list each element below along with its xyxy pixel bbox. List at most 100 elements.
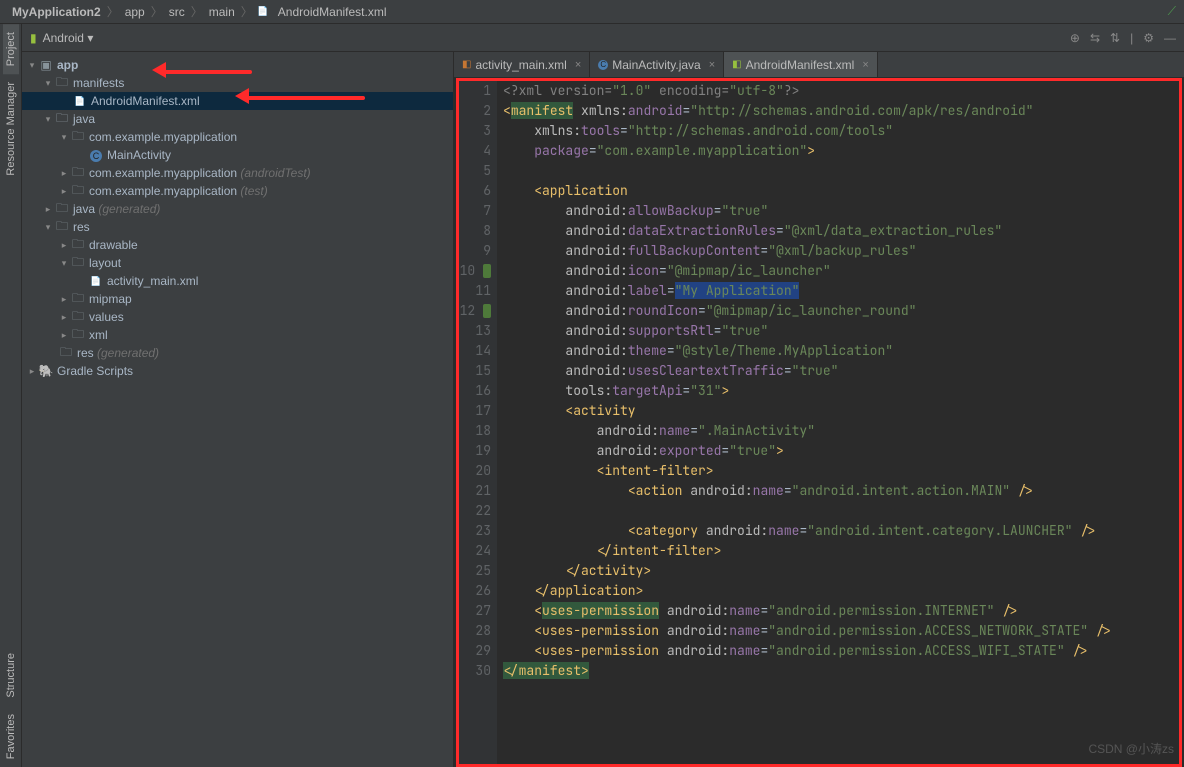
line-number[interactable]: 12	[459, 301, 491, 321]
close-icon[interactable]: ×	[862, 59, 868, 71]
editor-tab[interactable]: CMainActivity.java×	[590, 52, 724, 77]
side-tab-structure[interactable]: Structure	[3, 645, 19, 706]
code-line[interactable]: android:roundIcon="@mipmap/ic_launcher_r…	[503, 301, 1179, 321]
code-line[interactable]: android:supportsRtl="true"	[503, 321, 1179, 341]
code-line[interactable]: android:name=".MainActivity"	[503, 421, 1179, 441]
code-line[interactable]: </manifest>	[503, 661, 1179, 681]
code-line[interactable]: android:exported="true">	[503, 441, 1179, 461]
line-number[interactable]: 30	[459, 661, 491, 681]
tree-node-manifest-file[interactable]: 📄AndroidManifest.xml	[22, 92, 453, 110]
line-number[interactable]: 1	[459, 81, 491, 101]
code-line[interactable]: </intent-filter>	[503, 541, 1179, 561]
tree-node-res-generated[interactable]: 🗀res (generated)	[22, 344, 453, 362]
line-number[interactable]: 26	[459, 581, 491, 601]
tree-node-package-test[interactable]: ▸🗀com.example.myapplication (test)	[22, 182, 453, 200]
crumb-file[interactable]: AndroidManifest.xml	[274, 5, 391, 19]
line-number[interactable]: 5	[459, 161, 491, 181]
tree-node-manifests[interactable]: ▾🗀manifests	[22, 74, 453, 92]
build-indicator-icon[interactable]: ⟋	[1168, 4, 1176, 19]
crumb-src[interactable]: src	[165, 5, 189, 19]
tree-node-xml[interactable]: ▸🗀xml	[22, 326, 453, 344]
line-number[interactable]: 8	[459, 221, 491, 241]
code-line[interactable]: <manifest xmlns:android="http://schemas.…	[503, 101, 1179, 121]
code-line[interactable]: android:icon="@mipmap/ic_launcher"	[503, 261, 1179, 281]
line-number[interactable]: 19	[459, 441, 491, 461]
code-area[interactable]: <?xml version="1.0" encoding="utf-8"?><m…	[497, 81, 1179, 764]
tree-node-java-generated[interactable]: ▸🗀java (generated)	[22, 200, 453, 218]
breadcrumb[interactable]: MyApplication2〉 app〉 src〉 main〉 📄 Androi…	[0, 0, 1184, 24]
line-number[interactable]: 22	[459, 501, 491, 521]
editor-tab[interactable]: ◧AndroidManifest.xml×	[724, 52, 878, 77]
line-number[interactable]: 29	[459, 641, 491, 661]
crumb-module[interactable]: app	[121, 5, 149, 19]
gutter[interactable]: 12345678910 1112 13141516171819202122232…	[459, 81, 497, 764]
code-line[interactable]: android:fullBackupContent="@xml/backup_r…	[503, 241, 1179, 261]
tree-node-gradle-scripts[interactable]: ▸🐘Gradle Scripts	[22, 362, 453, 380]
tree-node-res[interactable]: ▾🗀res	[22, 218, 453, 236]
line-number[interactable]: 24	[459, 541, 491, 561]
code-line[interactable]: tools:targetApi="31">	[503, 381, 1179, 401]
code-line[interactable]: android:theme="@style/Theme.MyApplicatio…	[503, 341, 1179, 361]
code-line[interactable]: <intent-filter>	[503, 461, 1179, 481]
tree-node-activity-main-xml[interactable]: 📄activity_main.xml	[22, 272, 453, 290]
code-line[interactable]: android:dataExtractionRules="@xml/data_e…	[503, 221, 1179, 241]
line-number[interactable]: 14	[459, 341, 491, 361]
tree-node-main-activity[interactable]: CMainActivity	[22, 146, 453, 164]
code-line[interactable]: android:label="My Application"	[503, 281, 1179, 301]
line-number[interactable]: 13	[459, 321, 491, 341]
line-number[interactable]: 11	[459, 281, 491, 301]
code-line[interactable]: <uses-permission android:name="android.p…	[503, 621, 1179, 641]
code-line[interactable]: android:allowBackup="true"	[503, 201, 1179, 221]
line-number[interactable]: 7	[459, 201, 491, 221]
code-line[interactable]: <action android:name="android.intent.act…	[503, 481, 1179, 501]
code-line[interactable]	[503, 501, 1179, 521]
tree-node-app[interactable]: ▾▣app	[22, 56, 453, 74]
code-line[interactable]: <uses-permission android:name="android.p…	[503, 601, 1179, 621]
line-number[interactable]: 25	[459, 561, 491, 581]
crumb-main[interactable]: main	[205, 5, 239, 19]
close-icon[interactable]: ×	[709, 59, 715, 71]
line-number[interactable]: 17	[459, 401, 491, 421]
tree-node-values[interactable]: ▸🗀values	[22, 308, 453, 326]
code-line[interactable]: <activity	[503, 401, 1179, 421]
line-number[interactable]: 3	[459, 121, 491, 141]
code-line[interactable]: <application	[503, 181, 1179, 201]
line-number[interactable]: 27	[459, 601, 491, 621]
line-number[interactable]: 15	[459, 361, 491, 381]
code-line[interactable]: <uses-permission android:name="android.p…	[503, 641, 1179, 661]
tree-node-package-main[interactable]: ▾🗀com.example.myapplication	[22, 128, 453, 146]
gear-icon[interactable]: ⚙	[1143, 31, 1154, 45]
line-number[interactable]: 18	[459, 421, 491, 441]
code-line[interactable]: android:usesCleartextTraffic="true"	[503, 361, 1179, 381]
line-number[interactable]: 4	[459, 141, 491, 161]
editor-tab[interactable]: ◧activity_main.xml×	[454, 52, 590, 77]
view-mode-dropdown[interactable]: Android ▾	[43, 31, 94, 45]
collapse-all-icon[interactable]: ⇅	[1110, 31, 1120, 45]
code-line[interactable]: xmlns:tools="http://schemas.android.com/…	[503, 121, 1179, 141]
line-number[interactable]: 23	[459, 521, 491, 541]
side-tab-resmgr[interactable]: Resource Manager	[3, 74, 19, 184]
side-tab-favorites[interactable]: Favorites	[3, 706, 19, 767]
code-line[interactable]	[503, 161, 1179, 181]
locate-icon[interactable]: ⊕	[1070, 31, 1080, 45]
project-tree[interactable]: ▾▣app ▾🗀manifests 📄AndroidManifest.xml ▾…	[22, 52, 454, 767]
code-line[interactable]: <?xml version="1.0" encoding="utf-8"?>	[503, 81, 1179, 101]
tree-node-package-androidtest[interactable]: ▸🗀com.example.myapplication (androidTest…	[22, 164, 453, 182]
code-line[interactable]: package="com.example.myapplication">	[503, 141, 1179, 161]
hide-panel-icon[interactable]: —	[1164, 31, 1176, 45]
code-line[interactable]: </application>	[503, 581, 1179, 601]
crumb-project[interactable]: MyApplication2	[8, 5, 105, 19]
code-line[interactable]: </activity>	[503, 561, 1179, 581]
tree-node-layout[interactable]: ▾🗀layout	[22, 254, 453, 272]
code-line[interactable]: <category android:name="android.intent.c…	[503, 521, 1179, 541]
side-tab-project[interactable]: Project	[3, 24, 19, 74]
tree-node-java[interactable]: ▾🗀java	[22, 110, 453, 128]
expand-all-icon[interactable]: ⇆	[1090, 31, 1100, 45]
line-number[interactable]: 16	[459, 381, 491, 401]
line-number[interactable]: 9	[459, 241, 491, 261]
line-number[interactable]: 21	[459, 481, 491, 501]
line-number[interactable]: 6	[459, 181, 491, 201]
line-number[interactable]: 20	[459, 461, 491, 481]
tree-node-mipmap[interactable]: ▸🗀mipmap	[22, 290, 453, 308]
code-editor[interactable]: 12345678910 1112 13141516171819202122232…	[456, 78, 1182, 767]
